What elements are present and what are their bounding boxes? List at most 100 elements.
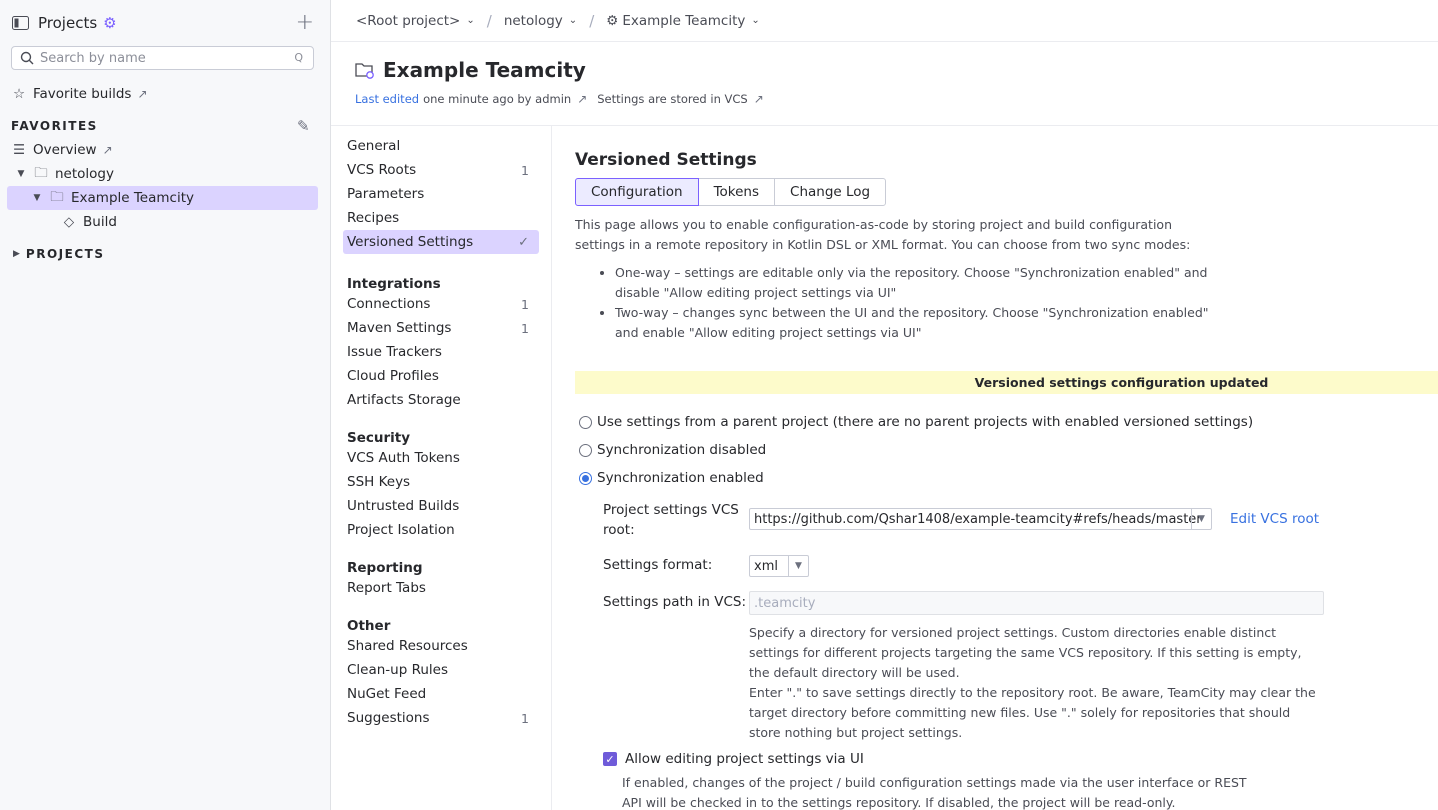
help-text: Enter "." to save settings directly to t… <box>749 685 1316 740</box>
nav-item-general[interactable]: General <box>343 134 539 158</box>
chevron-down-icon[interactable]: ▼ <box>13 169 29 179</box>
nav-item-untrusted-builds[interactable]: Untrusted Builds <box>343 494 539 518</box>
breadcrumb-label: netology <box>503 12 563 29</box>
nav-count-badge: 1 <box>521 710 529 726</box>
settings-format-label: Settings format: <box>603 557 713 573</box>
nav-label: Cloud Profiles <box>347 368 439 384</box>
nav-item-recipes[interactable]: Recipes <box>343 206 539 230</box>
radio-button[interactable] <box>579 471 592 485</box>
settings-path-label: Settings path in VCS: <box>603 594 747 610</box>
tab-change-log[interactable]: Change Log <box>774 178 887 206</box>
star-icon: ☆ <box>12 86 26 102</box>
gear-icon: ⚙ <box>606 12 619 29</box>
nav-item-report-tabs[interactable]: Report Tabs <box>343 576 539 600</box>
breadcrumb: <Root project> ⌄ / netology ⌄ / ⚙ Exampl… <box>331 0 1438 42</box>
external-link-icon[interactable]: ↗ <box>577 92 587 106</box>
project-settings-gear-icon[interactable]: ⚙ <box>103 14 116 32</box>
breadcrumb-label: <Root project> <box>356 12 461 29</box>
chevron-down-icon: ⌄ <box>751 15 760 26</box>
nav-group-security: Security <box>347 430 411 446</box>
nav-item-nuget-feed[interactable]: NuGet Feed <box>343 682 539 706</box>
vcs-root-value: https://github.com/Qshar1408/example-tea… <box>754 511 1202 527</box>
favorite-builds-link[interactable]: ☆ Favorite builds ↗ <box>11 83 148 105</box>
settings-nav: General VCS Roots 1 Parameters Recipes Ve… <box>343 134 539 730</box>
search-field[interactable]: Q <box>11 46 314 70</box>
search-icon <box>20 51 34 65</box>
nav-item-vcs-roots[interactable]: VCS Roots 1 <box>343 158 539 182</box>
project-header: Example Teamcity Last edited one minute … <box>355 58 764 106</box>
nav-label: VCS Auth Tokens <box>347 450 460 466</box>
checkbox-checked-icon[interactable]: ✓ <box>603 752 617 766</box>
success-banner: Versioned settings configuration updated <box>575 371 1438 394</box>
sync-modes-list: One-way – settings are editable only via… <box>575 263 1215 343</box>
nav-label: Report Tabs <box>347 580 426 596</box>
nav-item-connections[interactable]: Connections 1 <box>343 292 539 316</box>
nav-item-suggestions[interactable]: Suggestions 1 <box>343 706 539 730</box>
radio-label: Synchronization enabled <box>597 470 764 486</box>
nav-item-cloud-profiles[interactable]: Cloud Profiles <box>343 364 539 388</box>
edit-vcs-root-link[interactable]: Edit VCS root <box>1230 511 1319 527</box>
search-input[interactable] <box>40 50 280 66</box>
projects-section-toggle[interactable]: ▶ PROJECTS <box>13 243 104 265</box>
external-link-icon[interactable]: ↗ <box>754 92 764 106</box>
vcs-root-select[interactable]: https://github.com/Qshar1408/example-tea… <box>749 508 1212 530</box>
last-edited-text: one minute ago by admin <box>423 92 572 106</box>
settings-stored-link[interactable]: Settings are stored in VCS <box>597 92 747 106</box>
list-item: One-way – settings are editable only via… <box>615 263 1215 303</box>
add-project-icon[interactable]: + <box>296 10 314 35</box>
nav-group-reporting: Reporting <box>347 560 423 576</box>
sidebar-title[interactable]: Projects <box>38 14 97 32</box>
breadcrumb-example-teamcity[interactable]: ⚙ Example Teamcity ⌄ <box>606 13 760 29</box>
breadcrumb-root[interactable]: <Root project> ⌄ <box>356 13 475 29</box>
build-config-icon: ◇ <box>63 214 75 230</box>
settings-format-select[interactable]: xml ▼ <box>749 555 809 577</box>
page-title: Example Teamcity <box>355 58 764 82</box>
nav-item-ssh-keys[interactable]: SSH Keys <box>343 470 539 494</box>
tree-item-build[interactable]: ◇ Build <box>61 211 117 233</box>
nav-item-versioned-settings[interactable]: Versioned Settings ✓ <box>343 230 539 254</box>
nav-item-issue-trackers[interactable]: Issue Trackers <box>343 340 539 364</box>
nav-item-shared-resources[interactable]: Shared Resources <box>343 634 539 658</box>
breadcrumb-netology[interactable]: netology ⌄ <box>504 13 577 29</box>
sidebar-toggle-icon[interactable] <box>12 16 29 30</box>
nav-count-badge: 1 <box>521 296 529 312</box>
check-icon: ✓ <box>518 234 529 250</box>
nav-item-clean-up-rules[interactable]: Clean-up Rules <box>343 658 539 682</box>
page-meta: Last edited one minute ago by admin ↗ Se… <box>355 92 764 106</box>
nav-label: Shared Resources <box>347 638 468 654</box>
nav-label: General <box>347 138 401 154</box>
chevron-down-icon: ⌄ <box>466 15 475 26</box>
nav-group-other: Other <box>347 618 391 634</box>
radio-button[interactable] <box>579 415 592 429</box>
nav-label: Connections <box>347 296 431 312</box>
last-edited-link[interactable]: Last edited <box>355 92 419 106</box>
settings-path-input[interactable]: .teamcity <box>749 591 1324 615</box>
list-item: Two-way – changes sync between the UI an… <box>615 303 1215 343</box>
tab-configuration[interactable]: Configuration <box>575 178 699 206</box>
allow-editing-checkbox-row[interactable]: ✓ Allow editing project settings via UI <box>603 751 864 767</box>
tree-item-example-teamcity[interactable]: ▼ 🗀 Example Teamcity <box>29 187 194 209</box>
tree-item-netology[interactable]: ▼ 🗀 netology <box>13 163 114 185</box>
chevron-down-icon[interactable]: ▼ <box>29 193 45 203</box>
tab-tokens[interactable]: Tokens <box>698 178 775 206</box>
radio-sync-enabled[interactable]: Synchronization enabled <box>579 470 764 486</box>
nav-label: Recipes <box>347 210 400 226</box>
nav-item-parameters[interactable]: Parameters <box>343 182 539 206</box>
settings-path-help: Specify a directory for versioned projec… <box>749 623 1319 743</box>
radio-label: Synchronization disabled <box>597 442 767 458</box>
radio-button[interactable] <box>579 443 592 457</box>
chevron-down-icon: ⌄ <box>568 15 578 26</box>
nav-item-project-isolation[interactable]: Project Isolation <box>343 518 539 542</box>
sidebar-header: Projects ⚙ + <box>12 10 318 35</box>
nav-item-artifacts-storage[interactable]: Artifacts Storage <box>343 388 539 412</box>
favorite-builds-label: Favorite builds <box>33 86 132 102</box>
nav-label: Suggestions <box>347 710 430 726</box>
overview-link[interactable]: ☰ Overview ↗ <box>11 139 113 161</box>
edit-favorites-icon[interactable]: ✎ <box>297 117 310 135</box>
nav-label: Clean-up Rules <box>347 662 449 678</box>
radio-use-parent-settings[interactable]: Use settings from a parent project (ther… <box>579 414 1253 430</box>
nav-item-vcs-auth-tokens[interactable]: VCS Auth Tokens <box>343 446 539 470</box>
nav-item-maven-settings[interactable]: Maven Settings 1 <box>343 316 539 340</box>
nav-label: VCS Roots <box>347 162 417 178</box>
radio-sync-disabled[interactable]: Synchronization disabled <box>579 442 766 458</box>
